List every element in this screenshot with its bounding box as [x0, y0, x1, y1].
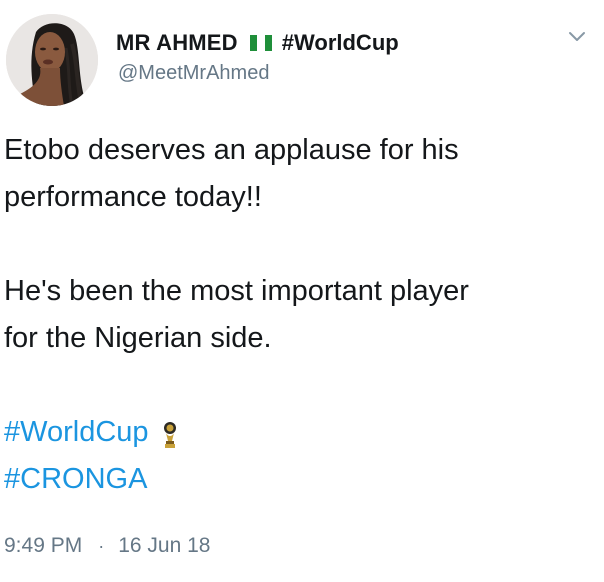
chevron-down-icon[interactable] [568, 30, 586, 42]
author-name-row[interactable]: MR AHMED #WorldCup [116, 29, 399, 57]
nigeria-flag-icon [249, 35, 272, 51]
display-name[interactable]: MR AHMED [116, 30, 238, 56]
tweet-text-line: Etobo deserves an applause for his [4, 134, 459, 166]
tweet-body: Etobo deserves an applause for his perfo… [4, 127, 594, 503]
tweet-text-line: He's been the most important player [4, 275, 469, 307]
hashtag-line-worldcup: #WorldCup [4, 409, 594, 456]
meta-separator: · [98, 535, 105, 556]
display-name-hashtag[interactable]: #WorldCup [282, 30, 399, 56]
tweet-timestamp[interactable]: 9:49 PM · 16 Jun 18 [4, 534, 210, 558]
tweet-card: MR AHMED #WorldCup @MeetMrAhmed Etobo de… [0, 0, 604, 582]
world-cup-trophy-icon [161, 418, 179, 448]
tweet-text-line: performance today!! [4, 181, 262, 213]
tweet-time[interactable]: 9:49 PM [4, 534, 82, 558]
tweet-date[interactable]: 16 Jun 18 [118, 534, 210, 558]
hashtag-link-worldcup[interactable]: #WorldCup [4, 409, 149, 456]
avatar[interactable] [6, 14, 98, 106]
profile-avatar [6, 14, 98, 106]
user-handle[interactable]: @MeetMrAhmed [118, 62, 269, 85]
hashtag-link-cronga[interactable]: #CRONGA [4, 456, 147, 503]
hashtag-line-cronga: #CRONGA [4, 456, 594, 503]
tweet-text-line: for the Nigerian side. [4, 322, 272, 354]
